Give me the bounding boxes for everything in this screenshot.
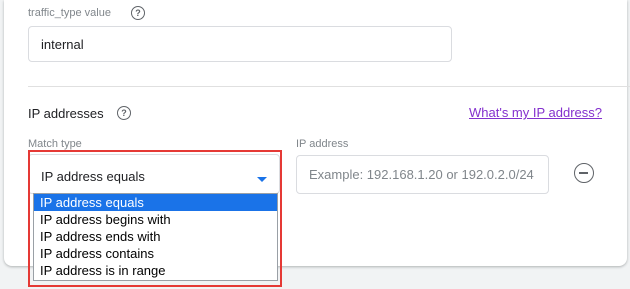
ip-address-input[interactable]: Example: 192.168.1.20 or 192.0.2.0/24 xyxy=(296,155,549,194)
whats-my-ip-link[interactable]: What's my IP address? xyxy=(469,105,602,120)
help-circle-icon[interactable]: ? xyxy=(131,6,145,20)
help-circle-icon[interactable]: ? xyxy=(117,106,131,120)
dropdown-option-equals[interactable]: IP address equals xyxy=(34,194,277,211)
section-divider xyxy=(28,86,630,87)
traffic-type-label: traffic_type value xyxy=(28,7,111,19)
match-type-label: Match type xyxy=(28,138,82,150)
traffic-type-input[interactable]: internal xyxy=(28,26,452,62)
dropdown-option-in-range[interactable]: IP address is in range xyxy=(34,262,277,279)
remove-circle-icon[interactable] xyxy=(574,163,594,183)
match-type-select[interactable]: IP address equals xyxy=(28,154,280,194)
match-type-dropdown[interactable]: IP address equals IP address begins with… xyxy=(33,193,278,281)
ip-address-label: IP address xyxy=(296,138,349,150)
dropdown-option-ends-with[interactable]: IP address ends with xyxy=(34,228,277,245)
dropdown-option-contains[interactable]: IP address contains xyxy=(34,245,277,262)
ip-addresses-title: IP addresses xyxy=(28,106,104,121)
chevron-down-icon xyxy=(257,177,267,182)
ip-address-placeholder: Example: 192.168.1.20 or 192.0.2.0/24 xyxy=(309,167,534,182)
traffic-type-value: internal xyxy=(41,36,84,52)
dropdown-option-begins-with[interactable]: IP address begins with xyxy=(34,211,277,228)
match-type-selected: IP address equals xyxy=(41,169,145,184)
